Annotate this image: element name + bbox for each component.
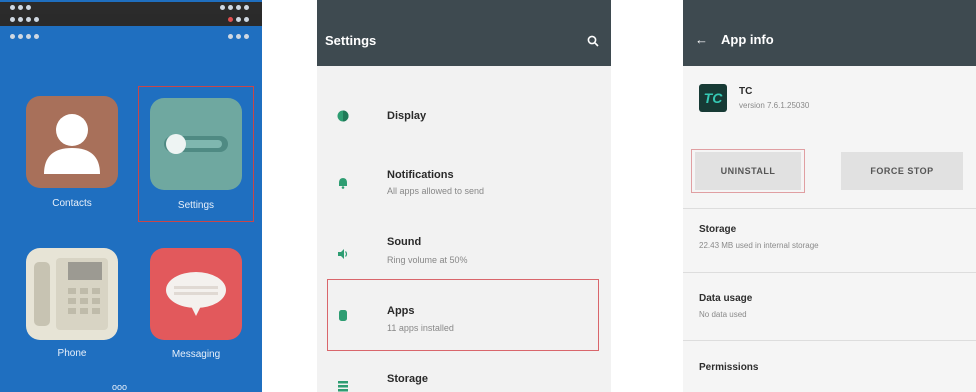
settings-item-sound[interactable]: Sound Ring volume at 50% [317, 228, 611, 278]
data-usage-title[interactable]: Data usage [699, 293, 752, 304]
app-info-toolbar: ← App info [683, 0, 976, 66]
settings-item-sound-sub: Ring volume at 50% [387, 255, 468, 265]
phone-app-icon[interactable] [26, 248, 118, 340]
launcher-screen: Contacts Settings Phone Messaging ooo [0, 0, 262, 392]
divider [683, 208, 976, 209]
divider [683, 272, 976, 273]
chat-bubble-icon [166, 272, 226, 316]
page-indicator: ooo [112, 382, 128, 392]
notification-bar [0, 14, 262, 26]
settings-item-storage[interactable]: Storage [317, 364, 611, 392]
tc-app-logo: TC [699, 84, 727, 112]
settings-item-storage-label: Storage [387, 373, 428, 385]
apps-highlight-box [327, 279, 599, 351]
settings-title: Settings [325, 33, 377, 48]
speaker-icon [338, 249, 348, 259]
status-icons-bar [0, 30, 262, 44]
messaging-app-icon[interactable] [150, 248, 242, 340]
back-arrow-icon[interactable]: ← [695, 32, 708, 47]
bell-icon [339, 178, 347, 189]
settings-item-display[interactable]: Display [317, 94, 611, 138]
uninstall-highlight-box [691, 149, 805, 193]
settings-item-sound-label: Sound [387, 236, 422, 248]
contacts-app-icon[interactable] [26, 96, 118, 188]
app-info-screen: ← App info TC TC version 7.6.1.25030 UNI… [683, 0, 976, 392]
storage-sub: 22.43 MB used in internal storage [699, 241, 819, 250]
search-icon[interactable] [587, 35, 599, 47]
divider [683, 340, 976, 341]
permissions-title[interactable]: Permissions [699, 362, 758, 373]
app-name: TC [739, 86, 753, 97]
display-icon [337, 110, 349, 122]
contacts-label: Contacts [52, 198, 92, 209]
settings-highlight-box [138, 86, 254, 222]
status-bar [0, 2, 262, 14]
app-version: version 7.6.1.25030 [739, 101, 810, 110]
data-usage-sub: No data used [699, 310, 747, 319]
phone-label: Phone [57, 348, 87, 359]
messaging-label: Messaging [171, 349, 221, 360]
storage-title[interactable]: Storage [699, 224, 736, 235]
app-info-title: App info [721, 32, 774, 47]
settings-item-display-label: Display [387, 110, 427, 122]
settings-item-notifications-sub: All apps allowed to send [387, 186, 485, 196]
settings-toolbar: Settings [317, 0, 611, 66]
settings-screen: Settings Display Notifications All apps … [317, 0, 611, 392]
person-icon [44, 114, 100, 174]
force-stop-button[interactable]: FORCE STOP [841, 152, 963, 190]
desk-phone-icon [34, 258, 108, 330]
settings-item-notifications[interactable]: Notifications All apps allowed to send [317, 160, 611, 210]
settings-item-notifications-label: Notifications [387, 169, 454, 181]
storage-icon [338, 381, 348, 392]
